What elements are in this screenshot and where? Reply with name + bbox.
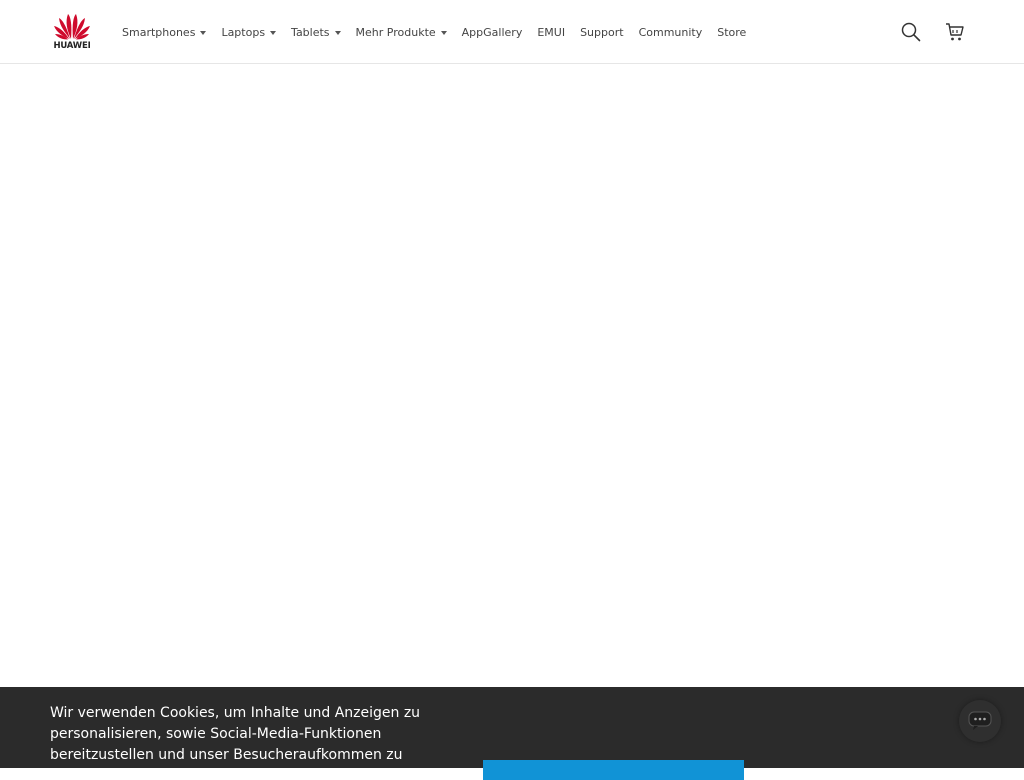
nav-item-store[interactable]: Store [717,26,746,39]
search-icon [901,22,921,42]
cookie-banner: Wir verwenden Cookies, um Inhalte und An… [0,687,1024,780]
huawei-logo[interactable]: HUAWEI [52,12,92,52]
nav-item-label: EMUI [537,25,566,39]
cart-icon [946,23,964,41]
main-nav: Smartphones Laptops Tablets Mehr Produkt… [122,24,761,40]
chat-icon [968,711,992,730]
nav-item-laptops[interactable]: Laptops [221,25,277,39]
nav-item-community[interactable]: Community [639,26,703,39]
nav-item-label: Store [717,25,747,39]
nav-item-smartphones[interactable]: Smartphones [122,25,207,39]
cart-button[interactable] [945,22,965,42]
logo-text: HUAWEI [53,41,91,51]
nav-item-label: Support [580,25,624,39]
nav-item-appgallery[interactable]: AppGallery [462,26,523,39]
nav-item-label: Tablets [291,25,330,39]
nav-item-label: Laptops [221,25,266,39]
site-header: HUAWEI Smartphones Laptops Tablets Mehr … [0,0,1024,64]
nav-item-label: Mehr Produkte [355,25,436,39]
nav-item-emui[interactable]: EMUI [537,26,565,39]
caret-down-icon [200,30,207,35]
nav-item-label: AppGallery [461,25,523,39]
nav-item-label: Community [638,25,703,39]
cookie-accept-button[interactable] [483,760,744,780]
chat-button[interactable] [959,700,1001,742]
search-button[interactable] [901,22,921,42]
caret-down-icon [270,30,277,35]
nav-item-support[interactable]: Support [580,26,623,39]
cookie-banner-text: Wir verwenden Cookies, um Inhalte und An… [50,705,421,763]
nav-item-label: Smartphones [122,25,196,39]
nav-item-mehr-produkte[interactable]: Mehr Produkte [356,26,447,39]
nav-item-tablets[interactable]: Tablets [291,26,341,39]
caret-down-icon [440,30,447,35]
huawei-flower-icon [54,14,90,40]
caret-down-icon [334,30,341,35]
